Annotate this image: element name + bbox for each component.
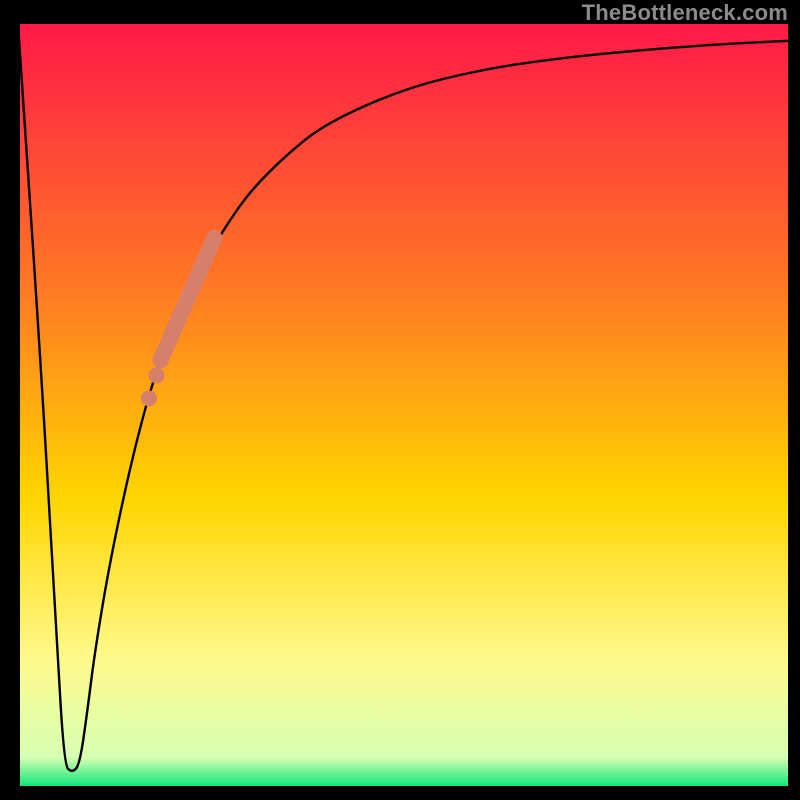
highlighted-dot-1: [149, 367, 165, 383]
chart-canvas: [0, 0, 800, 800]
highlighted-dot-2: [141, 390, 157, 406]
plot-background: [18, 24, 788, 788]
bottleneck-chart: TheBottleneck.com: [0, 0, 800, 800]
